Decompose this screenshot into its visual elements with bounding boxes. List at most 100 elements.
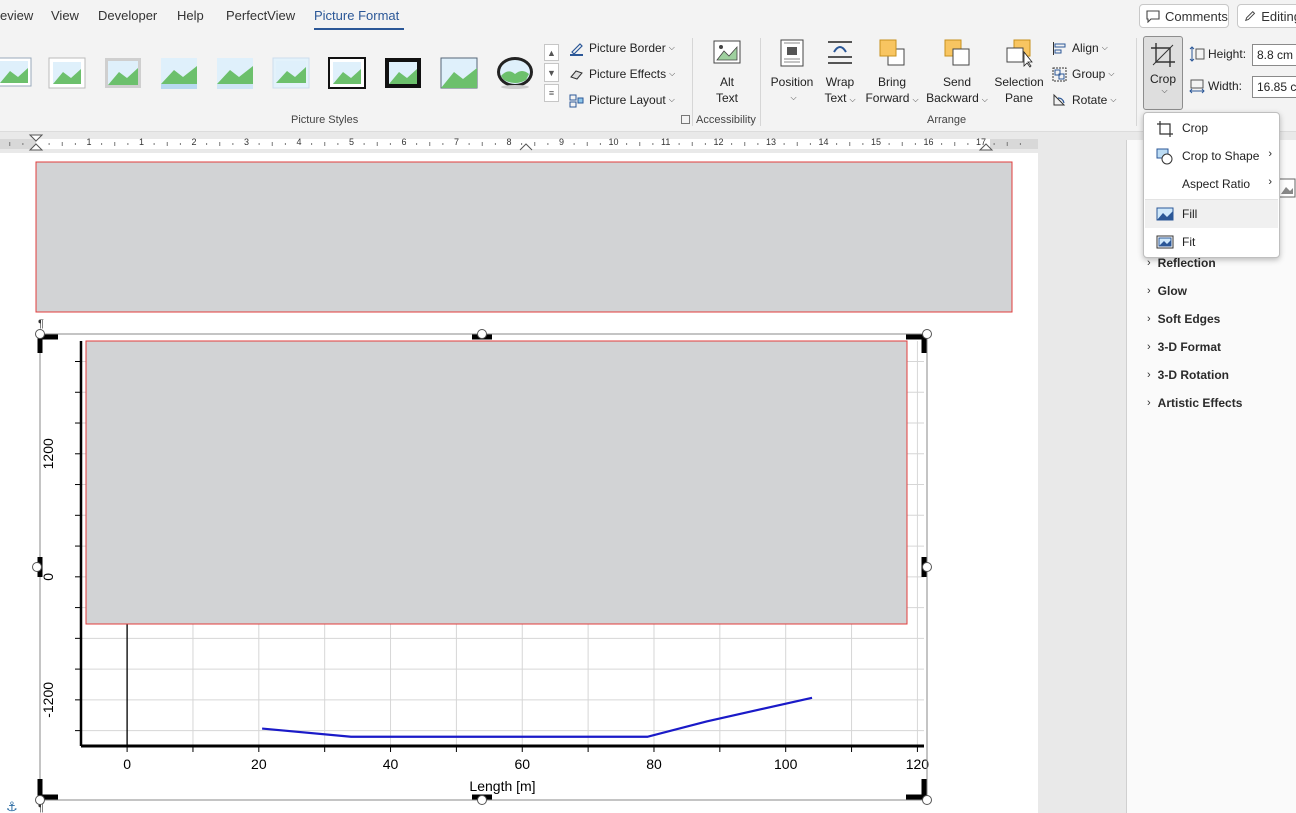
width-input[interactable]: 16.85 cm: [1252, 76, 1296, 98]
ruler-number: 11: [661, 137, 671, 147]
crop-icon: [1157, 121, 1173, 137]
ruler-number: 2: [191, 137, 197, 147]
crop-button[interactable]: Crop ⌵: [1143, 36, 1183, 110]
fill-icon: [1156, 207, 1174, 221]
pane-section-soft-edges[interactable]: › Soft Edges: [1147, 312, 1220, 326]
bring-forward-button[interactable]: Bring Forward ⌵: [862, 38, 922, 108]
bring-forward-icon: [879, 39, 905, 66]
picture-styles-launcher[interactable]: [681, 115, 690, 124]
alt-text-label-line1: Alt: [719, 75, 734, 89]
height-input[interactable]: 8.8 cm: [1252, 44, 1296, 66]
crop-handle[interactable]: [37, 334, 58, 353]
chart-x-tick-label: 100: [774, 756, 798, 772]
ruler-number: 15: [871, 137, 882, 147]
picture-style-thumbnail[interactable]: [0, 56, 34, 90]
alt-text-label-line2: Text: [715, 91, 738, 105]
selection-pane-button[interactable]: Selection Pane: [992, 38, 1046, 106]
align-icon: [1053, 41, 1066, 55]
crop-menu-item-aspect-ratio[interactable]: Aspect Ratio ›: [1145, 170, 1278, 198]
picture-style-thumbnail[interactable]: [104, 56, 142, 90]
chevron-right-icon: ›: [1147, 285, 1151, 297]
picture-style-thumbnail[interactable]: [384, 56, 422, 90]
alt-text-button[interactable]: Alt Text: [704, 38, 750, 106]
resize-handle[interactable]: [35, 329, 45, 339]
resize-handle[interactable]: [32, 562, 42, 572]
gallery-scroll-up[interactable]: ▲: [544, 44, 559, 61]
group-button[interactable]: Group ⌵: [1052, 63, 1114, 85]
picture-style-thumbnail[interactable]: [440, 56, 478, 90]
wrap-text-button[interactable]: Wrap Text ⌵: [818, 38, 862, 108]
tab-help[interactable]: Help: [177, 8, 204, 23]
picture-style-thumbnail[interactable]: [272, 56, 310, 90]
chevron-right-icon: ›: [1147, 313, 1151, 325]
anchor-icon[interactable]: ⚓: [6, 800, 18, 813]
pencil-icon: [1244, 10, 1256, 22]
crop-menu-item-fill[interactable]: Fill: [1145, 200, 1278, 228]
crop-handle[interactable]: [906, 779, 927, 800]
pane-section-reflection[interactable]: › Reflection: [1147, 256, 1216, 270]
crop-handle[interactable]: [37, 779, 58, 800]
resize-handle[interactable]: [477, 329, 487, 339]
resize-handle[interactable]: [477, 795, 487, 805]
gallery-scroll-down[interactable]: ▼: [544, 63, 559, 82]
ribbon-divider: [1136, 38, 1137, 126]
pane-section-artistic-effects[interactable]: › Artistic Effects: [1147, 396, 1242, 410]
send-backward-label-line2: Backward: [926, 91, 979, 105]
editing-label: Editing: [1261, 8, 1296, 24]
wrap-text-label-line1: Wrap: [825, 75, 855, 89]
ruler-number: 12: [713, 137, 724, 147]
align-button[interactable]: Align ⌵: [1052, 37, 1108, 59]
picture-style-thumbnail[interactable]: [48, 56, 86, 90]
comments-button[interactable]: Comments: [1139, 4, 1229, 28]
pane-section-label: Glow: [1157, 284, 1188, 298]
picture-effects-button[interactable]: Picture Effects ⌵: [569, 63, 675, 85]
crop-menu-item-fit[interactable]: Fit: [1145, 228, 1278, 256]
tab-perfectview[interactable]: PerfectView: [226, 8, 295, 23]
tab-picture-format[interactable]: Picture Format: [314, 8, 399, 23]
picture-style-thumbnail[interactable]: [160, 56, 198, 90]
pane-section-3d-rotation[interactable]: › 3-D Rotation: [1147, 368, 1229, 382]
picture-style-thumbnail[interactable]: [496, 56, 534, 90]
resize-handle[interactable]: [35, 795, 45, 805]
crop-menu-item-crop[interactable]: Crop: [1145, 114, 1278, 142]
chart-x-tick-label: 120: [906, 756, 930, 772]
tab-developer[interactable]: Developer: [98, 8, 157, 23]
chart-x-tick-label: 60: [514, 756, 530, 772]
ruler-number: 9: [559, 137, 565, 147]
tab-review[interactable]: eview: [0, 8, 33, 23]
menu-bar: eview View Developer Help PerfectView Pi…: [0, 0, 1296, 32]
selection-pane-label-line1: Selection: [994, 75, 1044, 89]
position-button[interactable]: Position ⌵: [768, 38, 816, 106]
crop-menu-item-crop-to-shape[interactable]: Crop to Shape ›: [1145, 142, 1278, 170]
picture-layout-button[interactable]: Picture Layout ⌵: [569, 89, 675, 111]
pane-section-3d-format[interactable]: › 3-D Format: [1147, 340, 1221, 354]
bring-forward-label-line2: Forward: [865, 91, 910, 105]
document-canvas[interactable]: ¶ ¶ 0 20 40 60 80 100 120 1200 0 -1200 Length [m] …: [0, 153, 1038, 813]
alt-text-icon: [713, 40, 741, 64]
resize-handle[interactable]: [922, 329, 932, 339]
resize-handle[interactable]: [922, 795, 932, 805]
pane-section-glow[interactable]: › Glow: [1147, 284, 1187, 298]
chart-y-tick-label: 1200: [40, 438, 56, 469]
tab-view[interactable]: View: [51, 8, 79, 23]
picture-style-thumbnail[interactable]: [216, 56, 254, 90]
crop-menu-label: Aspect Ratio: [1182, 177, 1251, 191]
editing-button[interactable]: Editing: [1237, 4, 1296, 28]
crop-icon: [1151, 43, 1175, 67]
horizontal-ruler[interactable]: 211234567891011121314151617: [0, 133, 1038, 153]
picture-style-thumbnail[interactable]: [328, 56, 366, 90]
send-backward-button[interactable]: Send Backward ⌵: [924, 38, 990, 108]
chart-x-tick-label: 40: [383, 756, 399, 772]
selection-pane-icon: [1006, 39, 1033, 68]
chevron-down-icon: ⌵: [1108, 69, 1115, 78]
send-backward-label-line1: Send: [942, 75, 972, 89]
resize-handle[interactable]: [922, 562, 932, 572]
height-label: Height:: [1189, 46, 1246, 62]
picture-icon[interactable]: [1278, 178, 1296, 198]
gallery-more-button[interactable]: ≡: [544, 84, 559, 102]
arrange-group-label: Arrange: [927, 114, 967, 126]
position-icon: [780, 39, 804, 67]
group-icon: [1052, 67, 1067, 81]
picture-border-button[interactable]: Picture Border ⌵: [569, 37, 675, 59]
rotate-button[interactable]: Rotate ⌵: [1052, 89, 1116, 111]
